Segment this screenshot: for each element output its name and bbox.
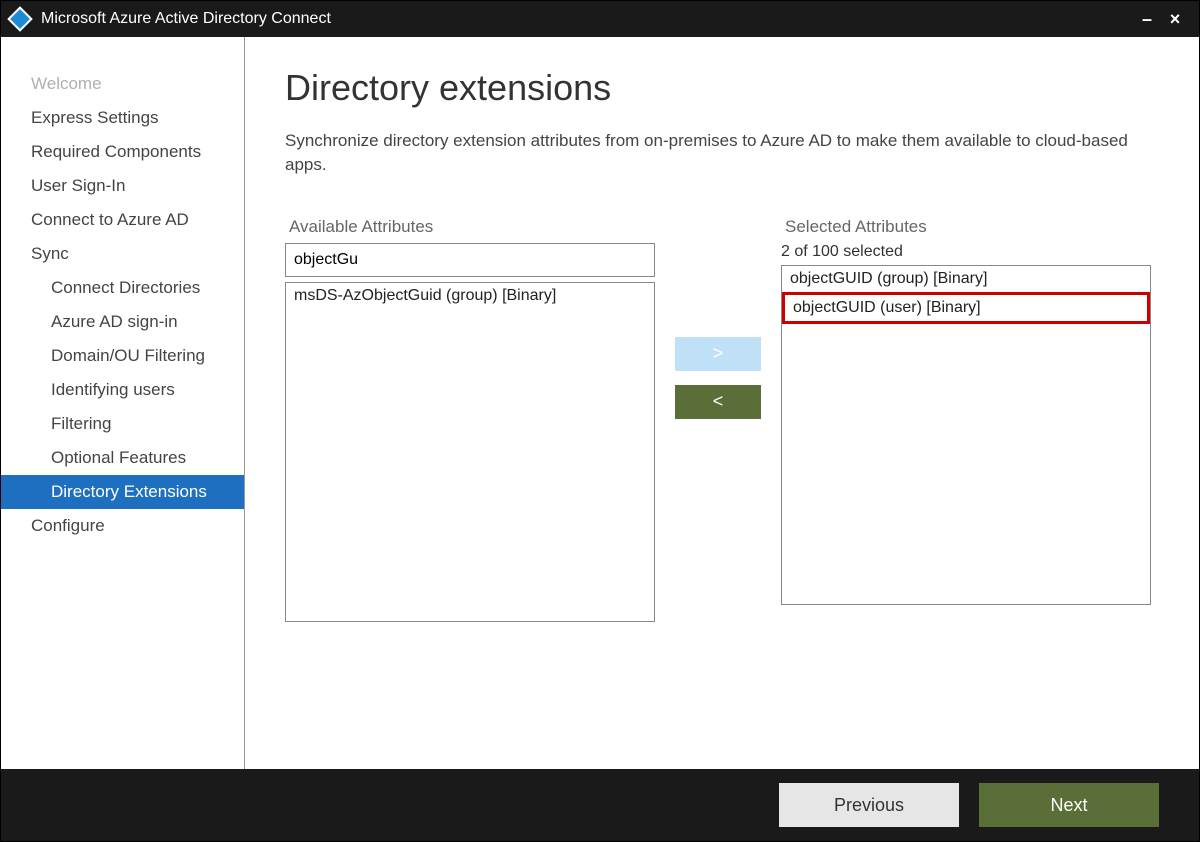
azure-icon (7, 6, 32, 31)
minimize-button[interactable]: – (1133, 5, 1161, 33)
nav-item-optional-features[interactable]: Optional Features (1, 441, 244, 475)
close-button[interactable]: × (1161, 5, 1189, 33)
nav-item-sync[interactable]: Sync (1, 237, 244, 271)
selected-item[interactable]: objectGUID (user) [Binary] (782, 292, 1150, 324)
previous-button[interactable]: Previous (779, 783, 959, 827)
nav-item-connect-directories[interactable]: Connect Directories (1, 271, 244, 305)
transfer-buttons: > < (675, 337, 761, 419)
selected-column: Selected Attributes 2 of 100 selected ob… (781, 217, 1151, 605)
add-button[interactable]: > (675, 337, 761, 371)
main-content: Directory extensions Synchronize directo… (245, 37, 1199, 769)
available-item[interactable]: msDS-AzObjectGuid (group) [Binary] (286, 283, 654, 309)
body: WelcomeExpress SettingsRequired Componen… (1, 37, 1199, 769)
nav-item-configure[interactable]: Configure (1, 509, 244, 543)
nav-item-directory-extensions[interactable]: Directory Extensions (1, 475, 244, 509)
titlebar: Microsoft Azure Active Directory Connect… (1, 1, 1199, 37)
nav-item-express-settings[interactable]: Express Settings (1, 101, 244, 135)
footer: Previous Next (1, 769, 1199, 841)
sidebar: WelcomeExpress SettingsRequired Componen… (1, 37, 245, 769)
nav-item-user-sign-in[interactable]: User Sign-In (1, 169, 244, 203)
page-title: Directory extensions (285, 67, 1151, 109)
nav-item-filtering[interactable]: Filtering (1, 407, 244, 441)
next-button[interactable]: Next (979, 783, 1159, 827)
nav-item-azure-ad-sign-in[interactable]: Azure AD sign-in (1, 305, 244, 339)
selected-label: Selected Attributes (781, 217, 1151, 237)
window-title: Microsoft Azure Active Directory Connect (41, 10, 1133, 28)
page-description: Synchronize directory extension attribut… (285, 129, 1151, 177)
selected-listbox[interactable]: objectGUID (group) [Binary]objectGUID (u… (781, 265, 1151, 605)
app-window: Microsoft Azure Active Directory Connect… (0, 0, 1200, 842)
nav-item-domain-ou-filtering[interactable]: Domain/OU Filtering (1, 339, 244, 373)
available-label: Available Attributes (285, 217, 655, 237)
remove-button[interactable]: < (675, 385, 761, 419)
available-column: Available Attributes msDS-AzObjectGuid (… (285, 217, 655, 622)
nav-item-welcome: Welcome (1, 67, 244, 101)
selected-item[interactable]: objectGUID (group) [Binary] (782, 266, 1150, 292)
selected-count: 2 of 100 selected (781, 243, 1151, 261)
nav-item-connect-to-azure-ad[interactable]: Connect to Azure AD (1, 203, 244, 237)
available-search-input[interactable] (285, 243, 655, 277)
available-listbox[interactable]: msDS-AzObjectGuid (group) [Binary] (285, 282, 655, 622)
nav-item-identifying-users[interactable]: Identifying users (1, 373, 244, 407)
attribute-columns: Available Attributes msDS-AzObjectGuid (… (285, 217, 1151, 622)
nav-item-required-components[interactable]: Required Components (1, 135, 244, 169)
